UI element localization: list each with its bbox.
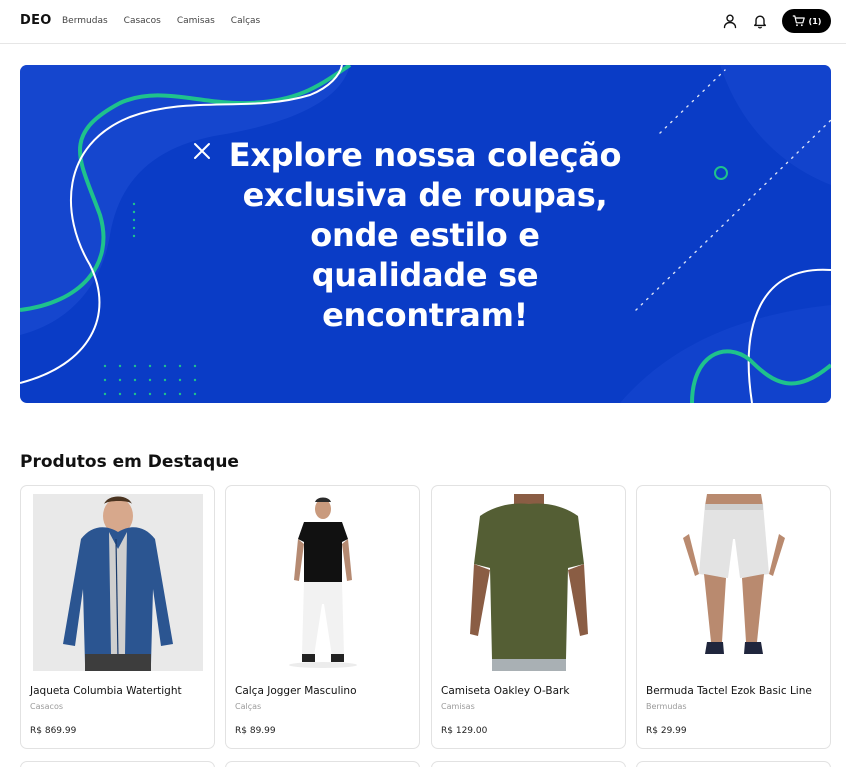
product-card[interactable]: Camiseta Oakley O-Bark Camisas R$ 129.00 xyxy=(431,485,626,749)
nav-item-casacos[interactable]: Casacos xyxy=(124,16,161,26)
product-image xyxy=(444,494,614,671)
featured-section-title: Produtos em Destaque xyxy=(20,452,239,472)
product-card[interactable]: Jaqueta Columbia Watertight Casacos R$ 8… xyxy=(20,485,215,749)
product-card[interactable] xyxy=(636,761,831,767)
product-name: Jaqueta Columbia Watertight xyxy=(30,685,182,697)
product-image xyxy=(33,494,203,671)
product-name: Bermuda Tactel Ezok Basic Line xyxy=(646,685,812,697)
nav-item-calcas[interactable]: Calças xyxy=(231,16,260,26)
product-category: Camisas xyxy=(441,702,475,711)
bell-icon[interactable] xyxy=(752,13,768,29)
hero-banner: Explore nossa coleção exclusiva de roupa… xyxy=(20,65,831,403)
nav-item-bermudas[interactable]: Bermudas xyxy=(62,16,108,26)
product-category: Bermudas xyxy=(646,702,687,711)
product-price: R$ 129.00 xyxy=(441,726,488,736)
product-card[interactable] xyxy=(20,761,215,767)
product-card[interactable]: Calça Jogger Masculino Calças R$ 89.99 xyxy=(225,485,420,749)
product-card[interactable] xyxy=(431,761,626,767)
top-header: DEO Bermudas Casacos Camisas Calças (1) xyxy=(0,0,846,44)
product-card[interactable] xyxy=(225,761,420,767)
main-nav: Bermudas Casacos Camisas Calças xyxy=(62,16,276,26)
hero-title: Explore nossa coleção exclusiva de roupa… xyxy=(228,136,622,334)
logo[interactable]: DEO xyxy=(20,13,52,28)
cart-icon xyxy=(792,12,805,31)
user-icon[interactable] xyxy=(722,13,738,29)
product-price: R$ 869.99 xyxy=(30,726,77,736)
product-name: Calça Jogger Masculino xyxy=(235,685,357,697)
product-image xyxy=(649,494,819,671)
product-price: R$ 29.99 xyxy=(646,726,687,736)
product-name: Camiseta Oakley O-Bark xyxy=(441,685,570,697)
cart-count: (1) xyxy=(808,16,822,26)
product-card[interactable]: Bermuda Tactel Ezok Basic Line Bermudas … xyxy=(636,485,831,749)
product-image xyxy=(238,494,408,671)
product-price: R$ 89.99 xyxy=(235,726,276,736)
product-category: Casacos xyxy=(30,702,64,711)
product-category: Calças xyxy=(235,702,262,711)
nav-item-camisas[interactable]: Camisas xyxy=(177,16,215,26)
cart-button[interactable]: (1) xyxy=(782,9,831,33)
